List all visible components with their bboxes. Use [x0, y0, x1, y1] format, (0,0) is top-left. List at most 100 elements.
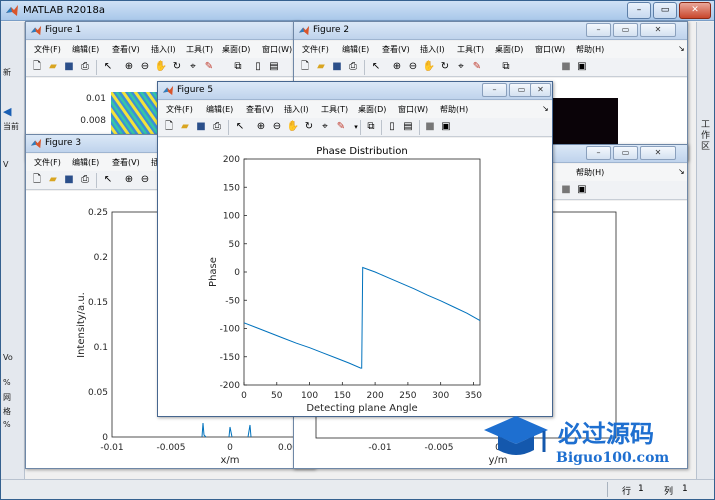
pointer-icon[interactable]: ↖ [369, 60, 383, 74]
brush-icon[interactable]: ✎ [470, 60, 484, 74]
hide-plot-tools-icon[interactable]: ■ [559, 60, 573, 74]
save-icon[interactable]: ■ [194, 120, 208, 134]
workspace-strip[interactable]: 工作区 [696, 22, 714, 480]
print-icon[interactable]: ⎙ [78, 173, 92, 187]
menu-view[interactable]: 查看(V) [112, 157, 140, 168]
menu-file[interactable]: 文件(F) [166, 104, 193, 115]
menu-edit[interactable]: 编辑(E) [342, 44, 369, 55]
menu-desktop[interactable]: 桌面(D) [222, 44, 250, 55]
menu-view[interactable]: 查看(V) [112, 44, 140, 55]
menu-window[interactable]: 窗口(W) [535, 44, 565, 55]
menu-edit[interactable]: 编辑(E) [72, 157, 99, 168]
zoom-out-icon[interactable]: ⊖ [406, 60, 420, 74]
rotate-icon[interactable]: ↻ [438, 60, 452, 74]
pan-icon[interactable]: ✋ [154, 60, 168, 74]
rotate-icon[interactable]: ↻ [302, 120, 316, 134]
link-plot-icon[interactable]: ⧉ [499, 60, 513, 74]
maximize-button[interactable]: ▭ [613, 23, 638, 37]
data-cursor-icon[interactable]: ⌖ [454, 60, 468, 74]
menu-window[interactable]: 窗口(W) [262, 44, 292, 55]
print-icon[interactable]: ⎙ [210, 120, 224, 134]
menu-help[interactable]: 帮助(H) [576, 44, 604, 55]
menu-desktop[interactable]: 桌面(D) [358, 104, 386, 115]
menubar-dock-icon[interactable]: ↘ [678, 44, 685, 53]
show-plot-tools-icon[interactable]: ▣ [575, 183, 589, 197]
data-cursor-icon[interactable]: ⌖ [186, 60, 200, 74]
print-icon[interactable]: ⎙ [346, 60, 360, 74]
save-icon[interactable]: ■ [62, 60, 76, 74]
minimize-button[interactable]: – [586, 146, 611, 160]
minimize-button[interactable]: – [482, 83, 507, 97]
new-figure-icon[interactable]: 🗋 [30, 60, 44, 74]
zoom-out-icon[interactable]: ⊖ [138, 60, 152, 74]
menu-insert[interactable]: 插入(I) [284, 104, 309, 115]
link-plot-icon[interactable]: ⧉ [231, 60, 245, 74]
x-tick-label: 0 [241, 391, 247, 401]
menubar-dock-icon[interactable]: ↘ [678, 167, 685, 176]
close-button[interactable]: ✕ [640, 146, 676, 160]
zoom-out-icon[interactable]: ⊖ [138, 173, 152, 187]
figure-5-window[interactable]: Figure 5 – ▭ ✕ 文件(F) 编辑(E) 查看(V) 插入(I) 工… [157, 81, 553, 417]
open-file-icon[interactable]: ▰ [178, 120, 192, 134]
save-icon[interactable]: ■ [62, 173, 76, 187]
pointer-icon[interactable]: ↖ [101, 173, 115, 187]
close-button[interactable]: ✕ [640, 23, 676, 37]
menu-insert[interactable]: 插入(I) [151, 44, 176, 55]
data-cursor-icon[interactable]: ⌖ [318, 120, 332, 134]
pan-icon[interactable]: ✋ [286, 120, 300, 134]
main-close-button[interactable]: ✕ [679, 2, 711, 19]
menu-tools[interactable]: 工具(T) [457, 44, 484, 55]
menu-view[interactable]: 查看(V) [382, 44, 410, 55]
zoom-in-icon[interactable]: ⊕ [390, 60, 404, 74]
close-button[interactable]: ✕ [530, 83, 551, 97]
main-maximize-button[interactable]: ▭ [653, 2, 677, 19]
menu-tools[interactable]: 工具(T) [186, 44, 213, 55]
menu-file[interactable]: 文件(F) [34, 44, 61, 55]
menu-edit[interactable]: 编辑(E) [206, 104, 233, 115]
colorbar-icon[interactable]: ▯ [251, 60, 265, 74]
fig3-ytick: 0.25 [88, 208, 108, 218]
legend-icon[interactable]: ▤ [401, 120, 415, 134]
open-file-icon[interactable]: ▰ [46, 60, 60, 74]
brush-icon[interactable]: ✎ [334, 120, 348, 134]
legend-icon[interactable]: ▤ [267, 60, 281, 74]
hide-plot-tools-icon[interactable]: ■ [559, 183, 573, 197]
zoom-in-icon[interactable]: ⊕ [122, 60, 136, 74]
new-figure-icon[interactable]: 🗋 [30, 173, 44, 187]
rotate-icon[interactable]: ↻ [170, 60, 184, 74]
minimize-button[interactable]: – [586, 23, 611, 37]
menu-help[interactable]: 帮助(H) [440, 104, 468, 115]
menu-window[interactable]: 窗口(W) [398, 104, 428, 115]
zoom-in-icon[interactable]: ⊕ [254, 120, 268, 134]
link-plot-icon[interactable]: ⧉ [364, 120, 378, 134]
pointer-icon[interactable]: ↖ [233, 120, 247, 134]
hide-plot-tools-icon[interactable]: ■ [423, 120, 437, 134]
brush-icon[interactable]: ✎ [202, 60, 216, 74]
colorbar-icon[interactable]: ▯ [385, 120, 399, 134]
zoom-out-icon[interactable]: ⊖ [270, 120, 284, 134]
save-icon[interactable]: ■ [330, 60, 344, 74]
menu-desktop[interactable]: 桌面(D) [495, 44, 523, 55]
menu-view[interactable]: 查看(V) [246, 104, 274, 115]
maximize-button[interactable]: ▭ [613, 146, 638, 160]
show-plot-tools-icon[interactable]: ▣ [575, 60, 589, 74]
menu-file[interactable]: 文件(F) [302, 44, 329, 55]
main-minimize-button[interactable]: – [627, 2, 651, 19]
open-file-icon[interactable]: ▰ [46, 173, 60, 187]
menu-edit[interactable]: 编辑(E) [72, 44, 99, 55]
pointer-icon[interactable]: ↖ [101, 60, 115, 74]
print-icon[interactable]: ⎙ [78, 60, 92, 74]
fig3-ytick: 0.05 [88, 388, 108, 398]
show-plot-tools-icon[interactable]: ▣ [439, 120, 453, 134]
menu-help[interactable]: 帮助(H) [576, 167, 604, 178]
menubar-dock-icon[interactable]: ↘ [542, 104, 549, 113]
menu-file[interactable]: 文件(F) [34, 157, 61, 168]
back-arrow-icon[interactable]: ◀ [3, 105, 11, 118]
menu-insert[interactable]: 插入(I) [420, 44, 445, 55]
open-file-icon[interactable]: ▰ [314, 60, 328, 74]
menu-tools[interactable]: 工具(T) [321, 104, 348, 115]
pan-icon[interactable]: ✋ [422, 60, 436, 74]
new-figure-icon[interactable]: 🗋 [162, 120, 176, 134]
zoom-in-icon[interactable]: ⊕ [122, 173, 136, 187]
new-figure-icon[interactable]: 🗋 [298, 60, 312, 74]
